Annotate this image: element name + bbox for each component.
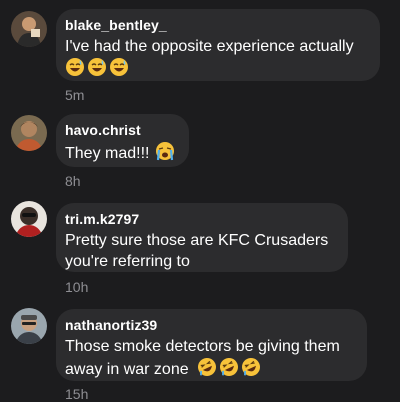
avatar[interactable] — [11, 115, 47, 151]
comment-text-line: I've had the opposite experience actuall… — [65, 38, 354, 55]
sweat-smile-emoji — [87, 57, 107, 77]
loudly-crying-emoji — [155, 141, 175, 161]
comment-bubble[interactable]: tri.m.k2797 Pretty sure those are KFC Cr… — [56, 203, 348, 272]
comment-bubble[interactable]: nathanortiz39 Those smoke detectors be g… — [56, 309, 367, 381]
comment-text-line: Those smoke detectors be giving them — [65, 338, 340, 355]
comment-emoji-row — [65, 57, 367, 80]
comment-timestamp: 8h — [65, 173, 81, 189]
avatar[interactable] — [11, 11, 47, 47]
comment-text: They mad!!! — [65, 141, 176, 164]
comment-bubble[interactable]: blake_bentley_ I've had the opposite exp… — [56, 9, 380, 81]
comment-timestamp: 10h — [65, 279, 89, 295]
comment-username[interactable]: nathanortiz39 — [65, 316, 354, 334]
comment-text: away in war zone — [65, 357, 354, 380]
sweat-smile-emoji — [109, 57, 129, 77]
comment-text-line: you're referring to — [65, 253, 190, 270]
sweat-smile-emoji — [65, 57, 85, 77]
comment-username[interactable]: havo.christ — [65, 121, 176, 139]
comment-timestamp: 5m — [65, 87, 85, 103]
comment-text: Those smoke detectors be giving them — [65, 336, 354, 357]
comment-bubble[interactable]: havo.christ They mad!!! — [56, 114, 189, 167]
comment-text: you're referring to — [65, 251, 335, 272]
comment-text: I've had the opposite experience actuall… — [65, 36, 367, 57]
comment-text-line: away in war zone — [65, 361, 189, 378]
avatar[interactable] — [11, 308, 47, 344]
rofl-emoji — [219, 357, 239, 377]
comment-username[interactable]: blake_bentley_ — [65, 16, 367, 34]
comment-text: Pretty sure those are KFC Crusaders — [65, 230, 335, 251]
avatar[interactable] — [11, 201, 47, 237]
comment-username[interactable]: tri.m.k2797 — [65, 210, 335, 228]
comment-text-line: They mad!!! — [65, 145, 150, 162]
rofl-emoji — [241, 357, 261, 377]
comment-text-line: Pretty sure those are KFC Crusaders — [65, 232, 329, 249]
rofl-emoji — [197, 357, 217, 377]
